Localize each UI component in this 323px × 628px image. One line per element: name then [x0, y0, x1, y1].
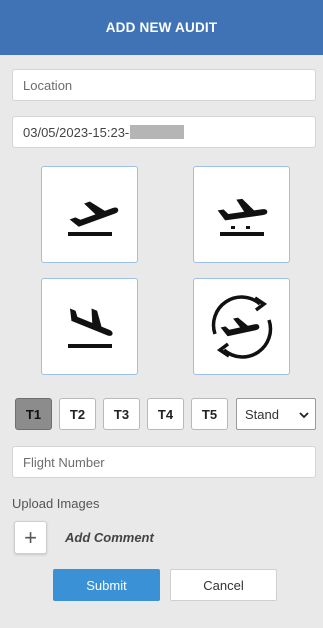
stand-select-value: Stand: [245, 406, 279, 422]
flight-number-input[interactable]: [23, 454, 305, 470]
terminal-t4-button[interactable]: T4: [147, 398, 184, 430]
add-comment-label[interactable]: Add Comment: [65, 530, 154, 545]
terminal-t5-button[interactable]: T5: [191, 398, 228, 430]
location-input[interactable]: [23, 77, 305, 93]
stand-select[interactable]: Stand: [236, 398, 316, 430]
location-field[interactable]: [12, 69, 316, 101]
terminal-t2-button[interactable]: T2: [59, 398, 96, 430]
upload-images-label: Upload Images: [12, 496, 100, 511]
airplane-parked-icon: [212, 185, 272, 245]
page-title: ADD NEW AUDIT: [105, 20, 218, 35]
airplane-turnaround-icon: [204, 289, 280, 365]
redacted-block: [130, 125, 185, 139]
terminal-t3-button[interactable]: T3: [103, 398, 140, 430]
datetime-value: 03/05/2023-15:23-: [23, 124, 130, 140]
arrival-tile[interactable]: [41, 278, 138, 375]
turnaround-tile[interactable]: [193, 278, 290, 375]
airplane-arrival-icon: [60, 297, 120, 357]
plus-icon: +: [24, 524, 37, 550]
parked-tile[interactable]: [193, 166, 290, 263]
add-comment-button[interactable]: +: [14, 521, 47, 554]
flight-number-field[interactable]: [12, 446, 316, 478]
cancel-button[interactable]: Cancel: [170, 569, 277, 601]
terminal-t1-button[interactable]: T1: [15, 398, 52, 430]
airplane-departure-icon: [60, 185, 120, 245]
page-header: ADD NEW AUDIT: [0, 0, 323, 55]
submit-button[interactable]: Submit: [53, 569, 160, 601]
datetime-field[interactable]: 03/05/2023-15:23-: [12, 116, 316, 148]
departure-tile[interactable]: [41, 166, 138, 263]
chevron-down-icon: [299, 407, 309, 422]
